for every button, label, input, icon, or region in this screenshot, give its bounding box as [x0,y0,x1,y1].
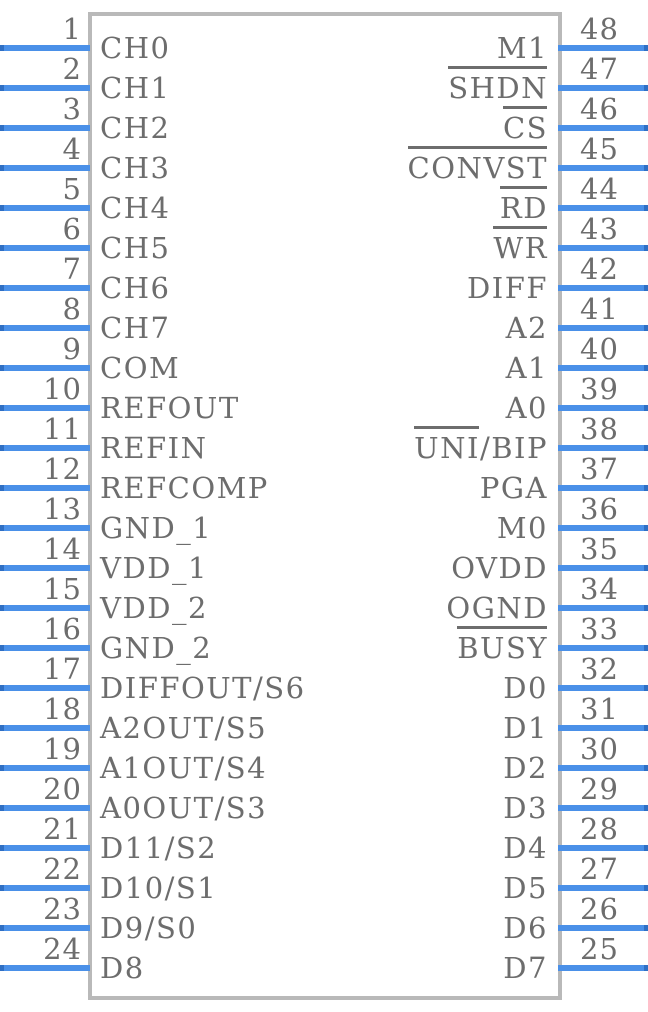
pin-number-27: 27 [580,852,619,886]
pin-number-13: 13 [43,492,82,526]
pin-label-gnd-2: GND_2 [100,631,213,665]
pin-label-d11-s2: D11/S2 [100,831,218,865]
pin-label-a1: A1 [505,351,548,385]
pin-label-convst: CONVST [407,146,548,185]
pin-number-40: 40 [580,332,619,366]
pin-label-ch2: CH2 [100,111,171,145]
pin-number-14: 14 [43,532,82,566]
pin-label-d8: D8 [100,951,145,985]
pin-number-8: 8 [62,292,82,326]
pin-number-33: 33 [580,612,619,646]
pin-number-3: 3 [62,92,82,126]
pin-number-21: 21 [43,812,82,846]
pin-number-37: 37 [580,452,619,486]
pin-number-17: 17 [43,652,82,686]
pin-number-34: 34 [580,572,619,606]
pin-label-a0: A0 [505,391,548,425]
pin-label-a1out-s4: A1OUT/S4 [100,751,268,785]
pin-label-busy: BUSY [457,626,548,665]
pin-label-ch7: CH7 [100,311,171,345]
pin-label-d5: D5 [503,871,548,905]
pin-number-24: 24 [43,932,82,966]
pin-label-uni-bip: UNI/BIP [414,426,548,465]
pin-number-29: 29 [580,772,619,806]
pin-label-refin: REFIN [100,431,208,465]
pin-label-pga: PGA [479,471,548,505]
pin-label-ovdd: OVDD [451,551,548,585]
pin-label-rd: RD [499,186,548,225]
pin-label-d0: D0 [503,671,548,705]
pin-number-41: 41 [580,292,619,326]
pin-number-22: 22 [43,852,82,886]
pin-label-ch1: CH1 [100,71,171,105]
pin-label-m0: M0 [496,511,548,545]
pin-label-com: COM [100,351,181,385]
pin-number-5: 5 [62,172,82,206]
pin-number-2: 2 [62,52,82,86]
pin-number-18: 18 [43,692,82,726]
pin-number-39: 39 [580,372,619,406]
pin-label-gnd-1: GND_1 [100,511,213,545]
pin-number-31: 31 [580,692,619,726]
pin-number-16: 16 [43,612,82,646]
pin-label-d9-s0: D9/S0 [100,911,198,945]
pin-label-a0out-s3: A0OUT/S3 [100,791,268,825]
pin-number-11: 11 [43,412,82,446]
pin-number-10: 10 [43,372,82,406]
pin-label-d1: D1 [503,711,548,745]
pin-number-43: 43 [580,212,619,246]
pin-label-a2out-s5: A2OUT/S5 [100,711,268,745]
pin-label-a2: A2 [505,311,548,345]
pin-number-12: 12 [43,452,82,486]
pin-number-15: 15 [43,572,82,606]
pin-label-refout: REFOUT [100,391,240,425]
pin-number-6: 6 [62,212,82,246]
pin-number-32: 32 [580,652,619,686]
pin-label-d4: D4 [503,831,548,865]
pin-number-25: 25 [580,932,619,966]
pin-label-refcomp: REFCOMP [100,471,269,505]
pin-number-45: 45 [580,132,619,166]
pin-number-1: 1 [62,12,82,46]
pin-number-26: 26 [580,892,619,926]
pin-label-diffout-s6: DIFFOUT/S6 [100,671,306,705]
pin-number-44: 44 [580,172,619,206]
pin-number-23: 23 [43,892,82,926]
pin-label-ch4: CH4 [100,191,171,225]
pin-label-m1: M1 [496,31,548,65]
pin-label-vdd-2: VDD_2 [100,591,208,625]
pin-number-19: 19 [43,732,82,766]
pin-label-ch0: CH0 [100,31,171,65]
pin-label-d3: D3 [503,791,548,825]
pin-label-d7: D7 [503,951,548,985]
pin-number-42: 42 [580,252,619,286]
pin-label-diff: DIFF [467,271,548,305]
pin-label-d6: D6 [503,911,548,945]
pin-label-shdn: SHDN [448,66,548,105]
pin-number-48: 48 [580,12,619,46]
pin-label-vdd-1: VDD_1 [100,551,208,585]
pin-label-ognd: OGND [446,591,548,625]
pin-label-ch3: CH3 [100,151,171,185]
pin-label-d10-s1: D10/S1 [100,871,218,905]
pin-label-wr: WR [493,226,548,265]
pin-label-ch5: CH5 [100,231,171,265]
pin-label-d2: D2 [503,751,548,785]
pin-number-9: 9 [62,332,82,366]
pin-number-7: 7 [62,252,82,286]
pin-number-35: 35 [580,532,619,566]
pin-number-47: 47 [580,52,619,86]
pin-label-cs: CS [502,106,548,145]
pin-label-ch6: CH6 [100,271,171,305]
pin-number-30: 30 [580,732,619,766]
pin-number-38: 38 [580,412,619,446]
pin-number-28: 28 [580,812,619,846]
pin-number-20: 20 [43,772,82,806]
pin-number-46: 46 [580,92,619,126]
pin-number-36: 36 [580,492,619,526]
pin-number-4: 4 [62,132,82,166]
ic-schematic-symbol: 1 CH0 2 CH1 3 CH2 4 CH3 5 CH4 6 CH5 7 CH6 8 CH7 9 COM 10 RE… [0,0,648,1012]
